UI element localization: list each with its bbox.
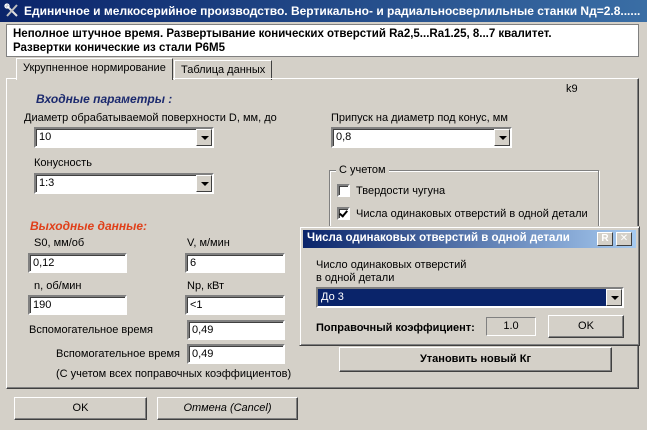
v-label: V, м/мин [187,237,230,249]
set-new-kg-button[interactable]: Утановить новый Кг [339,347,612,372]
taper-value: 1:3 [39,177,55,189]
table-code: k9 [566,83,578,95]
diameter-select[interactable]: 10 [34,127,214,148]
n-label: n, об/мин [34,280,82,292]
operation-description-line1: Неполное штучное время. Развертывание ко… [13,28,552,40]
restore-icon[interactable]: R [597,232,613,246]
cast-iron-hardness-label: Твердости чугуна [356,185,446,197]
close-icon[interactable]: ✕ [616,232,632,246]
v-field[interactable]: 6 [185,253,285,273]
same-holes-label: Числа одинаковых отверстий в одной детал… [356,208,588,220]
allowance-select[interactable]: 0,8 [331,127,512,148]
s0-label: S0, мм/об [34,237,85,249]
operation-description-line2: Развертки конические из стали Р6М5 [13,42,226,54]
ok-button[interactable]: OK [14,397,147,420]
cancel-button[interactable]: Отмена (Cancel) [157,397,298,420]
dialog-titlebar[interactable]: Числа одинаковых отверстий в одной детал… [303,230,636,248]
taper-label: Конусность [34,157,92,169]
dialog-title: Числа одинаковых отверстий в одной детал… [307,232,570,244]
tab-label: Таблица данных [181,64,266,76]
taper-select[interactable]: 1:3 [34,173,214,194]
input-section-title: Входные параметры : [36,92,173,106]
correction-coef-label: Поправочный коэффициент: [316,322,475,334]
chevron-down-icon[interactable] [606,289,622,306]
tools-app-icon [4,3,18,17]
chevron-down-icon[interactable] [196,129,212,146]
chevron-down-icon[interactable] [196,175,212,192]
np-field[interactable]: <1 [185,295,285,315]
same-holes-checkbox[interactable] [337,207,350,220]
window-titlebar[interactable]: Единичное и мелкосерийное производство. … [0,0,647,22]
same-holes-dialog: Числа одинаковых отверстий в одной детал… [299,226,640,346]
aux-time-label-2: Вспомогательное время [56,348,181,360]
correction-coef-value: 1.0 [486,317,536,336]
selection-highlight [318,289,606,306]
diameter-value: 10 [39,131,52,143]
tab-aggregated-rating[interactable]: Укрупненное нормирование [16,58,173,80]
np-label: Np, кВт [187,280,224,292]
aux-time-note: (С учетом всех поправочных коэффициентов… [56,368,292,380]
same-holes-select[interactable]: До 3 [316,287,624,308]
tab-data-table[interactable]: Таблица данных [174,60,273,80]
diameter-label: Диаметр обрабатываемой поверхности D, мм… [24,112,277,124]
n-field[interactable]: 190 [28,295,127,315]
window-title: Единичное и мелкосерийное производство. … [24,4,641,18]
output-section-title: Выходные данные: [30,219,148,233]
considering-group-title: С учетом [336,164,389,176]
s0-field[interactable]: 0,12 [28,253,127,273]
aux-time-field-2[interactable]: 0,49 [187,344,285,364]
aux-time-label-1: Вспомогательное время [29,324,154,336]
tab-label: Укрупненное нормирование [23,62,166,74]
operation-description: Неполное штучное время. Развертывание ко… [6,24,639,57]
dialog-ok-button[interactable]: OK [548,315,624,338]
aux-time-field-1[interactable]: 0,49 [187,320,285,340]
allowance-value: 0,8 [336,131,352,143]
cast-iron-hardness-checkbox[interactable] [337,184,350,197]
dialog-field-label-2: в одной детали [316,272,395,284]
chevron-down-icon[interactable] [494,129,510,146]
same-holes-value: До 3 [321,291,344,303]
allowance-label: Припуск на диаметр под конус, мм [331,112,508,124]
dialog-field-label-1: Число одинаковых отверстий [316,259,467,271]
